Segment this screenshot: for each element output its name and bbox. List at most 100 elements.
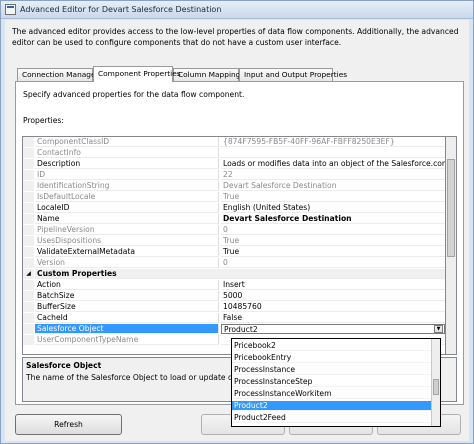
row-gutter: [23, 225, 34, 235]
property-value: 5000: [221, 291, 445, 301]
tab-connection-managers[interactable]: Connection Managers: [17, 68, 102, 81]
property-row[interactable]: UsesDispositions True: [23, 236, 445, 246]
property-row[interactable]: Name Devart Salesforce Destination: [23, 214, 445, 224]
row-gutter: [23, 291, 34, 301]
property-name: Action: [35, 280, 219, 290]
property-row[interactable]: Description Loads or modifies data into a…: [23, 159, 445, 169]
property-value: 0: [221, 258, 445, 268]
tab-column-mappings[interactable]: Column Mappings: [173, 68, 244, 81]
property-value-text: True: [223, 247, 240, 256]
refresh-button[interactable]: Refresh: [15, 414, 122, 435]
scrollbar-thumb[interactable]: [447, 159, 455, 257]
row-gutter: [23, 148, 34, 158]
property-value-text: Devart Salesforce Destination: [223, 214, 352, 223]
property-row[interactable]: CacheId False: [23, 313, 445, 323]
property-value: Devart Salesforce Destination: [221, 214, 445, 224]
property-grid[interactable]: ComponentClassID {874F7595-FB5F-40FF-96AF…: [22, 136, 446, 355]
row-gutter: [23, 192, 34, 202]
property-name: Description: [35, 159, 219, 169]
property-name: ID: [35, 170, 219, 180]
property-row[interactable]: ContactInfo: [23, 148, 445, 158]
row-gutter: [23, 170, 34, 180]
dropdown-option[interactable]: PricebookEntry: [232, 353, 431, 363]
property-value: False: [221, 313, 445, 323]
salesforce-object-dropdown-list[interactable]: Pricebook2 PricebookEntry ProcessInstance P…: [231, 338, 441, 427]
property-value-text: 5000: [223, 291, 243, 300]
properties-label: Properties:: [23, 116, 64, 125]
property-name: UsesDispositions: [35, 236, 219, 246]
property-value: 10485760: [221, 302, 445, 312]
property-row[interactable]: ValidateExternalMetadata True: [23, 247, 445, 257]
property-name: ComponentClassID: [35, 137, 219, 147]
property-row[interactable]: IsDefaultLocale True: [23, 192, 445, 202]
tab-input-output-properties[interactable]: Input and Output Properties: [239, 68, 347, 81]
dropdown-option[interactable]: ProcessInstance: [232, 365, 431, 375]
row-gutter: [23, 203, 34, 213]
property-value-text: Loads or modifies data into an object of…: [223, 159, 445, 168]
property-value: True: [221, 236, 445, 246]
property-name: BatchSize: [35, 291, 219, 301]
page-instruction: Specify advanced properties for the data…: [23, 90, 245, 99]
property-value-text: 10485760: [223, 302, 262, 311]
advanced-editor-window: Advanced Editor for Devart Salesforce De…: [0, 0, 474, 444]
property-value: 22: [221, 170, 445, 180]
property-row[interactable]: PipelineVersion 0: [23, 225, 445, 235]
property-name: Version: [35, 258, 219, 268]
row-gutter: [23, 258, 34, 268]
property-name: PipelineVersion: [35, 225, 219, 235]
property-row[interactable]: BufferSize 10485760: [23, 302, 445, 312]
property-row[interactable]: Action Insert: [23, 280, 445, 290]
property-value-text: False: [223, 313, 243, 322]
row-gutter: [23, 181, 34, 191]
property-row[interactable]: LocaleID English (United States): [23, 203, 445, 213]
property-row[interactable]: Version 0: [23, 258, 445, 268]
property-value-text: True: [223, 192, 240, 201]
window-title: Advanced Editor for Devart Salesforce De…: [20, 5, 222, 14]
property-value-text: English (United States): [223, 203, 311, 212]
property-name: LocaleID: [35, 203, 219, 213]
property-row[interactable]: Salesforce Object Product2 ▼: [23, 324, 445, 334]
property-category-row[interactable]: ◢ Custom Properties: [23, 269, 445, 279]
title-bar[interactable]: Advanced Editor for Devart Salesforce De…: [1, 1, 473, 19]
row-gutter: [23, 313, 34, 323]
dropdown-arrow-icon[interactable]: ▼: [434, 325, 443, 333]
property-row[interactable]: ID 22: [23, 170, 445, 180]
dropdown-option[interactable]: Product2Feed: [232, 413, 431, 423]
row-gutter: [23, 335, 34, 345]
property-value: True: [221, 247, 445, 257]
property-grid-scrollbar[interactable]: [446, 136, 457, 355]
property-value: Devart Salesforce Destination: [221, 181, 445, 191]
property-name: BufferSize: [35, 302, 219, 312]
property-value-text: 22: [223, 170, 233, 179]
dropdown-option[interactable]: ProcessInstanceStep: [232, 377, 431, 387]
dropdown-option[interactable]: Product2: [232, 401, 431, 411]
property-value: [221, 148, 445, 158]
collapse-icon[interactable]: ◢: [23, 269, 34, 279]
property-value: True: [221, 192, 445, 202]
dropdown-scrollbar-thumb[interactable]: [433, 379, 439, 395]
property-row[interactable]: BatchSize 5000: [23, 291, 445, 301]
property-value: Loads or modifies data into an object of…: [221, 159, 445, 169]
row-gutter: [23, 280, 34, 290]
property-name: IdentificationString: [35, 181, 219, 191]
salesforce-object-combo[interactable]: Product2 ▼: [221, 324, 445, 334]
tab-component-properties[interactable]: Component Properties: [93, 66, 181, 82]
editor-description: The advanced editor provides access to t…: [12, 27, 459, 47]
property-row[interactable]: IdentificationString Devart Salesforce De…: [23, 181, 445, 191]
dropdown-scrollbar[interactable]: [431, 339, 440, 426]
row-gutter: [23, 302, 34, 312]
property-row[interactable]: ComponentClassID {874F7595-FB5F-40FF-96AF…: [23, 137, 445, 147]
dropdown-option[interactable]: ProcessInstanceWorkitem: [232, 389, 431, 399]
property-value-text: Insert: [223, 280, 245, 289]
dropdown-option[interactable]: Pricebook2: [232, 341, 431, 351]
property-name: Name: [35, 214, 219, 224]
window-icon: [5, 4, 16, 15]
property-name: Salesforce Object: [35, 324, 219, 334]
property-name: Custom Properties: [35, 269, 445, 279]
property-value: English (United States): [221, 203, 445, 213]
row-gutter: [23, 324, 34, 334]
property-value-text: Product2: [224, 325, 258, 334]
property-value-text: 0: [223, 225, 228, 234]
property-value-text: {874F7595-FB5F-40FF-96AF-FBFF8250E3EF}: [223, 137, 395, 146]
row-gutter: [23, 137, 34, 147]
